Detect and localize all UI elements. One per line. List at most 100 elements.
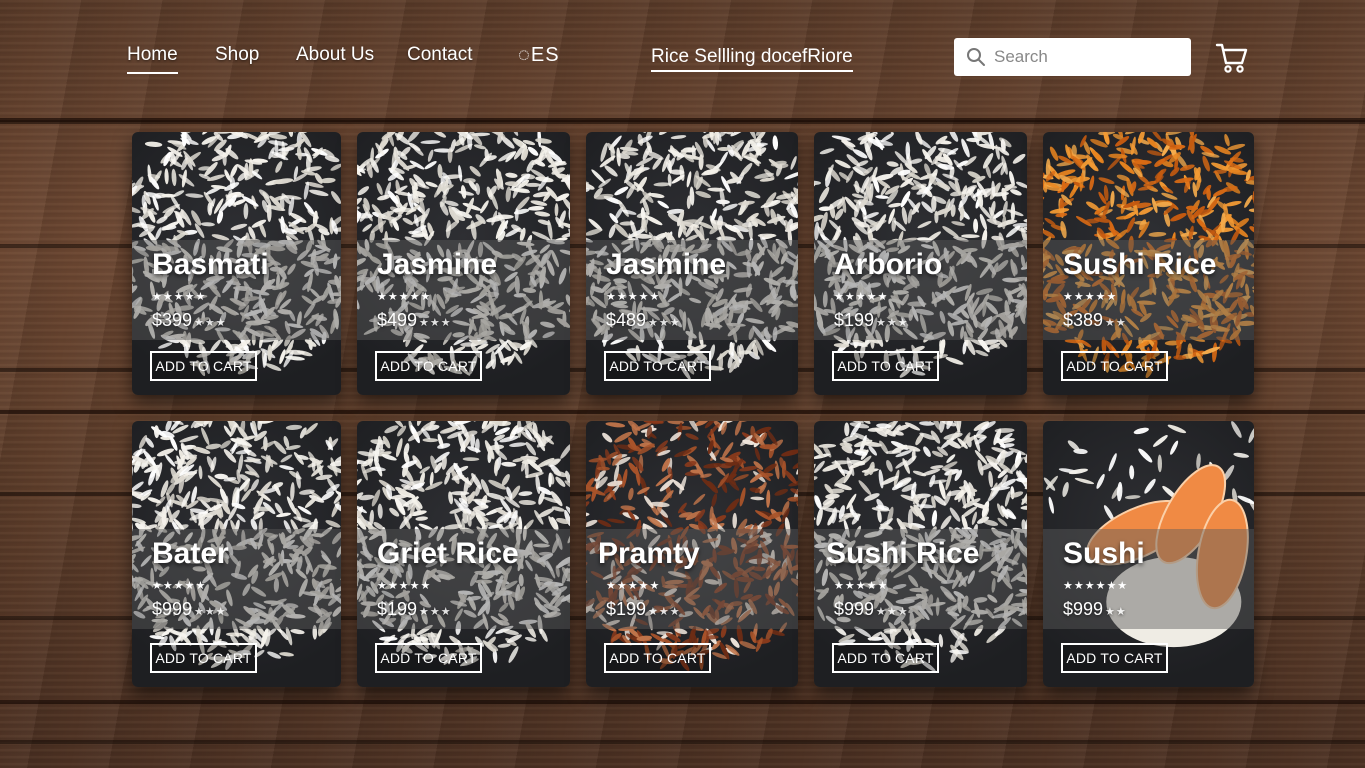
rice-grain: [766, 489, 771, 508]
rice-grain: [230, 223, 248, 231]
rice-grain: [905, 141, 911, 160]
rice-grain: [1020, 505, 1027, 510]
rice-grain: [309, 189, 329, 197]
rice-grain: [711, 493, 718, 507]
search-icon: [967, 48, 985, 66]
rice-grain: [879, 132, 891, 133]
wood-plank-seam: [0, 700, 1365, 704]
product-name: Arborio: [834, 248, 943, 281]
rice-grain: [486, 492, 506, 500]
product-price: $389 ★★: [1063, 310, 1127, 331]
add-to-cart-button[interactable]: ADD TO CART: [832, 643, 939, 673]
rice-grain: [725, 498, 740, 513]
rating-stars: ★★★★★: [377, 580, 432, 592]
rice-grain: [1006, 209, 1024, 217]
rice-grain: [132, 503, 142, 508]
add-to-cart-button[interactable]: ADD TO CART: [150, 643, 257, 673]
rice-grain: [774, 488, 788, 496]
rice-grain: [395, 438, 403, 458]
add-to-cart-button[interactable]: ADD TO CART: [375, 351, 482, 381]
rice-grain: [201, 427, 210, 446]
rice-grain: [527, 146, 539, 156]
product-price: $489 ★★★: [606, 310, 681, 331]
rice-grain: [267, 344, 273, 361]
rice-grain: [907, 509, 913, 529]
add-to-cart-button[interactable]: ADD TO CART: [832, 351, 939, 381]
product-card[interactable]: Pramty ★★★★★ $199 ★★★ ADD TO CART: [586, 421, 798, 687]
rice-grain: [951, 221, 965, 226]
add-to-cart-button[interactable]: ADD TO CART: [604, 351, 711, 381]
price-value: $199: [377, 599, 418, 619]
product-card[interactable]: Sushi ★★★★★★ $999 ★★ ADD TO CART: [1043, 421, 1254, 687]
nav-link-about-us[interactable]: About Us: [296, 44, 374, 66]
rice-grain: [961, 234, 980, 239]
rice-grain: [330, 191, 341, 204]
product-card[interactable]: Arborio ★★★★★ $199 ★★★ ADD TO CART: [814, 132, 1027, 395]
rice-grain: [698, 154, 704, 170]
rice-grain: [814, 516, 816, 522]
logo-mark[interactable]: ◌ES: [518, 44, 560, 67]
product-price: $399 ★★★: [152, 310, 227, 331]
rice-grain: [886, 460, 893, 472]
rice-grain: [1224, 200, 1242, 207]
rice-grain: [1224, 133, 1230, 147]
rice-grain: [900, 190, 911, 208]
rice-grain: [637, 133, 644, 146]
search-box[interactable]: [954, 38, 1191, 76]
nav-link-shop[interactable]: Shop: [215, 44, 259, 66]
rice-grain: [956, 421, 962, 433]
rice-grain: [1048, 496, 1054, 514]
rice-grain: [296, 146, 302, 161]
product-card[interactable]: Jasmine ★★★★★ $499 ★★★ ADD TO CART: [357, 132, 570, 395]
add-to-cart-button[interactable]: ADD TO CART: [604, 643, 711, 673]
rice-grain: [732, 512, 738, 529]
add-to-cart-button[interactable]: ADD TO CART: [375, 643, 482, 673]
rice-grain: [427, 149, 434, 162]
shopping-cart-icon[interactable]: [1215, 41, 1249, 75]
nav-link-contact[interactable]: Contact: [407, 44, 472, 66]
rice-grain: [602, 432, 613, 443]
rice-grain: [1249, 226, 1254, 235]
rice-grain: [223, 449, 237, 463]
brand-title[interactable]: Rice Sellling docefRiore: [651, 46, 853, 72]
product-card[interactable]: Basmati ★★★★★ $399 ★★★ ADD TO CART: [132, 132, 341, 395]
rice-grain: [1202, 155, 1210, 172]
rice-grain: [1026, 177, 1027, 189]
product-card[interactable]: Griet Rice ★★★★★ $199 ★★★ ADD TO CART: [357, 421, 570, 687]
rice-grain: [407, 132, 422, 143]
rice-grain: [604, 165, 618, 177]
rice-grain: [888, 202, 902, 208]
product-card[interactable]: Sushi Rice ★★★★★ $999 ★★★ ADD TO CART: [814, 421, 1027, 687]
rice-grain: [886, 161, 899, 167]
rice-grain: [560, 443, 570, 459]
product-name: Sushi: [1063, 537, 1145, 570]
rice-grain: [147, 164, 152, 183]
rice-grain: [450, 491, 470, 496]
rice-grain: [509, 442, 527, 447]
rice-grain: [1015, 477, 1027, 483]
rice-grain: [1144, 478, 1156, 494]
nav-link-home[interactable]: Home: [127, 44, 178, 74]
rice-grain: [377, 503, 383, 519]
rice-grain: [818, 443, 837, 448]
wood-plank-seam: [0, 118, 1365, 122]
product-name: Jasmine: [606, 248, 727, 281]
add-to-cart-button[interactable]: ADD TO CART: [1061, 351, 1168, 381]
rice-grain: [280, 454, 293, 463]
rice-grain: [433, 132, 447, 138]
rice-grain: [1044, 217, 1056, 226]
search-input[interactable]: [994, 47, 1174, 67]
add-to-cart-button[interactable]: ADD TO CART: [150, 351, 257, 381]
rice-grain: [287, 132, 294, 138]
rice-grain: [622, 209, 637, 215]
rice-grain: [790, 155, 797, 170]
rice-grain: [1074, 477, 1095, 485]
product-name: Basmati: [152, 248, 269, 281]
product-card[interactable]: Sushi Rice ★★★★★ $389 ★★ ADD TO CART: [1043, 132, 1254, 395]
rice-grain: [1116, 481, 1123, 502]
add-to-cart-button[interactable]: ADD TO CART: [1061, 643, 1168, 673]
product-card[interactable]: Jasmine ★★★★★ $489 ★★★ ADD TO CART: [586, 132, 798, 395]
rice-grain: [463, 178, 476, 184]
product-card[interactable]: Bater ★★★★★ $999 ★★★ ADD TO CART: [132, 421, 341, 687]
rice-grain: [534, 211, 551, 217]
